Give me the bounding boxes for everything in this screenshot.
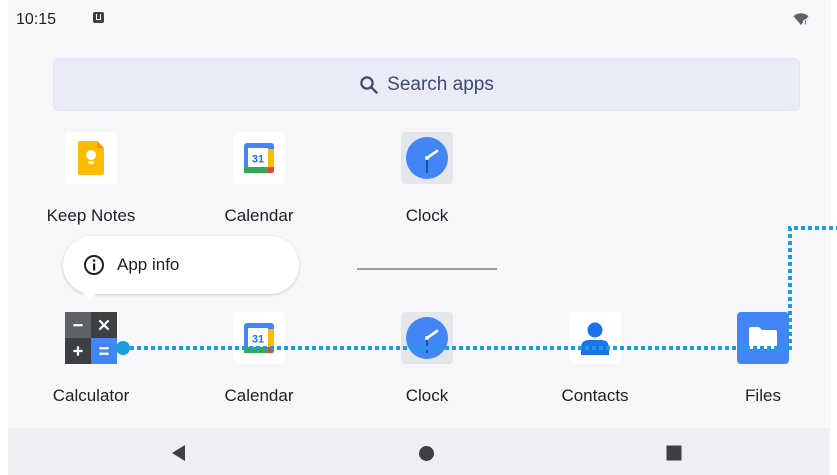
app-label: Clock <box>405 386 449 405</box>
search-apps-label: Search apps <box>387 73 494 95</box>
home-icon[interactable] <box>418 445 435 462</box>
calendar-icon: 31 <box>233 132 285 184</box>
app-calendar[interactable]: 31 Calendar <box>194 132 324 226</box>
app-label: Keep Notes <box>46 206 136 225</box>
app-contacts[interactable]: Contacts <box>530 312 660 406</box>
app-calendar[interactable]: 31 Calendar <box>194 312 324 406</box>
wifi-icon <box>793 13 809 25</box>
app-keep-notes[interactable]: Keep Notes <box>26 132 156 226</box>
calendar-icon: 31 <box>233 312 285 364</box>
app-label: Calendar <box>224 386 294 405</box>
calculator-icon <box>65 312 117 364</box>
calendar-icon-text: 31 <box>252 334 264 346</box>
app-calculator[interactable]: Calculator <box>26 312 156 406</box>
recents-icon[interactable] <box>666 445 682 461</box>
files-icon <box>737 312 789 364</box>
app-clock[interactable]: Clock <box>362 312 492 406</box>
info-icon <box>84 255 104 275</box>
drawer-divider <box>357 268 497 270</box>
app-files[interactable]: Files <box>698 312 828 406</box>
keep-notes-icon <box>65 132 117 184</box>
calendar-icon-text: 31 <box>252 154 264 166</box>
app-label: Contacts <box>561 386 629 405</box>
app-label: Files <box>745 386 781 405</box>
app-label: Clock <box>405 206 449 225</box>
app-info-option[interactable]: App info <box>117 255 179 275</box>
app-label: Calendar <box>224 206 294 225</box>
contacts-icon <box>569 312 621 364</box>
app-label: Calculator <box>52 386 130 405</box>
status-time: 10:15 <box>16 11 57 28</box>
app-context-menu[interactable]: App info <box>63 236 299 301</box>
search-apps-bar[interactable]: Search apps <box>53 58 800 111</box>
storage-notification-icon <box>93 12 104 23</box>
back-icon[interactable] <box>170 444 187 462</box>
search-icon <box>360 75 378 94</box>
clock-icon <box>401 312 453 364</box>
clock-icon <box>401 132 453 184</box>
app-clock[interactable]: Clock <box>362 132 492 226</box>
